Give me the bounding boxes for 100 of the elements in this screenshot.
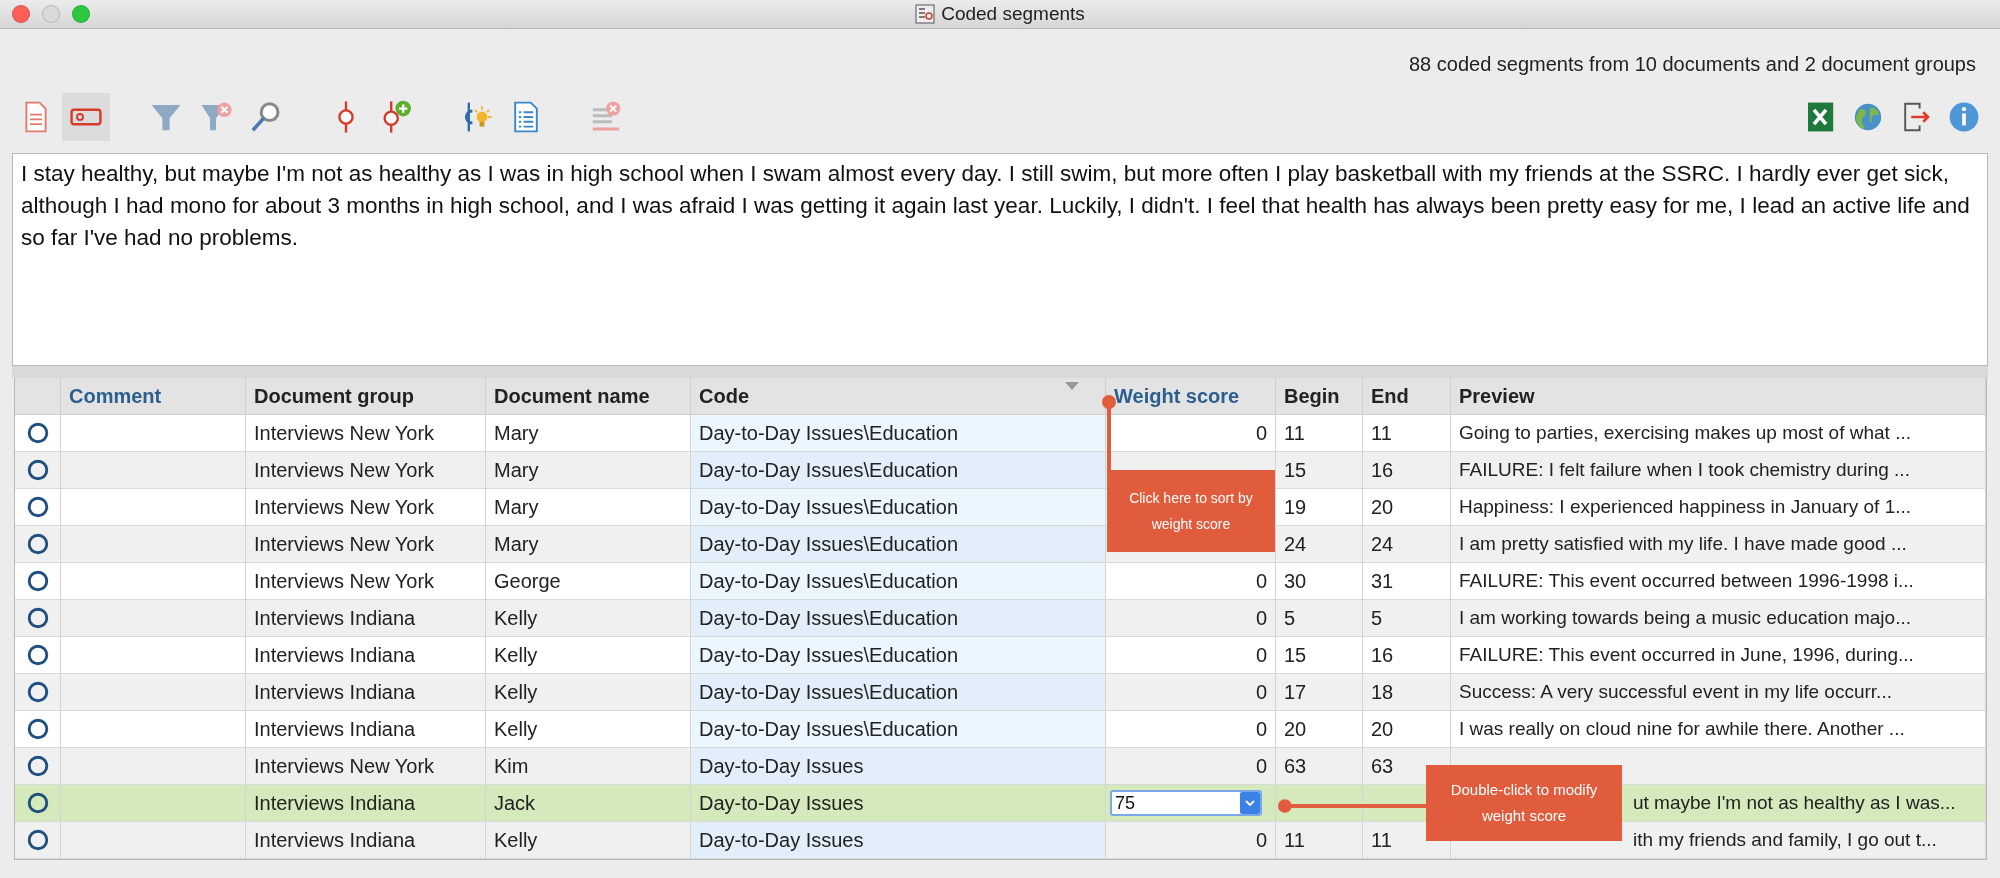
cell-value: 0 xyxy=(1255,828,1267,852)
status-circle-icon[interactable] xyxy=(26,422,49,444)
table-cell: Day-to-Day Issues xyxy=(699,828,864,852)
table-cell: Kelly xyxy=(494,828,538,852)
status-circle-icon[interactable] xyxy=(26,755,49,777)
table-cell: Kelly xyxy=(494,606,538,630)
status-circle-icon[interactable] xyxy=(26,533,49,555)
table-cell: Mary xyxy=(494,532,539,556)
table-cell: Interviews New York xyxy=(254,532,435,556)
table-cell: Day-to-Day Issues\Education xyxy=(699,421,958,445)
table-cell: Day-to-Day Issues xyxy=(699,754,864,778)
status-circle-icon[interactable] xyxy=(26,496,49,518)
cell-value: FAILURE: I felt failure when I took chemistry during ... xyxy=(1459,459,1910,481)
table-cell[interactable] xyxy=(15,674,61,711)
cell-value: 63 xyxy=(1284,754,1307,778)
table-cell[interactable] xyxy=(15,822,61,859)
table-cell: Interviews New York xyxy=(254,569,435,593)
column-header[interactable]: End xyxy=(1363,378,1451,415)
app-icon xyxy=(915,4,936,24)
table-cell: Day-to-Day Issues xyxy=(699,791,864,815)
table-cell[interactable] xyxy=(15,748,61,785)
cell-value: 16 xyxy=(1371,643,1394,667)
column-header[interactable]: Weight score xyxy=(1106,378,1276,415)
cell-value: 24 xyxy=(1284,532,1307,556)
status-circle-icon[interactable] xyxy=(26,829,49,851)
cell-value: 20 xyxy=(1371,717,1394,741)
table-cell: Interviews New York xyxy=(254,495,435,519)
cell-value: 11 xyxy=(1371,421,1392,445)
column-header[interactable]: Document group xyxy=(246,378,486,415)
status-circle-icon[interactable] xyxy=(26,607,49,629)
sort-caret-icon xyxy=(1065,382,1079,390)
cell-value: 11 xyxy=(1284,421,1305,445)
table-cell: Mary xyxy=(494,458,539,482)
cell-value: 20 xyxy=(1284,717,1307,741)
cell-value: I am working towards being a music education majo... xyxy=(1459,607,1911,629)
cell-value: 11 xyxy=(1371,828,1392,852)
column-header[interactable]: Code xyxy=(691,378,1106,415)
status-circle-icon[interactable] xyxy=(26,681,49,703)
table-cell: Interviews New York xyxy=(254,754,435,778)
cell-value: I was really on cloud nine for awhile there. Another ... xyxy=(1459,718,1905,740)
close-button[interactable] xyxy=(12,5,30,23)
table-cell[interactable] xyxy=(15,489,61,526)
dropdown-caret-icon[interactable] xyxy=(1240,792,1260,814)
table-cell[interactable] xyxy=(15,637,61,674)
table-cell: Kelly xyxy=(494,680,538,704)
table-cell[interactable] xyxy=(15,785,61,822)
table-cell[interactable] xyxy=(15,563,61,600)
toolbar-button[interactable] xyxy=(62,93,110,141)
table-cell[interactable] xyxy=(15,526,61,563)
cell-value: 19 xyxy=(1284,495,1307,519)
cell-value: 0 xyxy=(1255,754,1267,778)
table-cell: Kelly xyxy=(494,717,538,741)
table-cell: Day-to-Day Issues\Education xyxy=(699,680,958,704)
table-cell: Kim xyxy=(494,754,529,778)
weight-input-field[interactable]: 75 xyxy=(1110,790,1262,816)
cell-value: 0 xyxy=(1255,606,1267,630)
status-circle-icon[interactable] xyxy=(26,459,49,481)
table-cell[interactable] xyxy=(15,452,61,489)
status-circle-icon[interactable] xyxy=(26,570,49,592)
status-circle-icon[interactable] xyxy=(26,792,49,814)
header-cell xyxy=(15,378,61,415)
table-cell: Interviews Indiana xyxy=(254,606,416,630)
table-cell: Day-to-Day Issues\Education xyxy=(699,606,958,630)
table-cell[interactable] xyxy=(15,711,61,748)
cell-value: 15 xyxy=(1284,458,1307,482)
table-cell: Day-to-Day Issues\Education xyxy=(699,495,958,519)
table-cell: Day-to-Day Issues\Education xyxy=(699,717,958,741)
table-cell: Day-to-Day Issues\Education xyxy=(699,532,958,556)
table-cell[interactable] xyxy=(15,415,61,452)
table-cell: Day-to-Day Issues\Education xyxy=(699,643,958,667)
table-cell: Mary xyxy=(494,421,539,445)
table-cell: Interviews Indiana xyxy=(254,828,416,852)
column-header[interactable]: Document name xyxy=(486,378,691,415)
callout: Double-click to modify weight score xyxy=(1426,765,1622,841)
cell-value: 31 xyxy=(1371,569,1394,593)
status-circle-icon[interactable] xyxy=(26,718,49,740)
cell-value: 63 xyxy=(1371,754,1394,778)
cell-value: 5 xyxy=(1284,606,1296,630)
cell-value: 11 xyxy=(1284,828,1305,852)
column-header[interactable]: Begin xyxy=(1276,378,1363,415)
cell-value: 0 xyxy=(1255,569,1267,593)
cell-value: 16 xyxy=(1371,458,1394,482)
cell-value: 0 xyxy=(1255,680,1267,704)
table-cell: Interviews Indiana xyxy=(254,643,416,667)
window-title: Coded segments xyxy=(941,3,1085,25)
table-cell: Day-to-Day Issues\Education xyxy=(699,569,958,593)
cell-value: 18 xyxy=(1371,680,1394,704)
column-header[interactable]: Preview xyxy=(1451,378,1986,415)
table-cell[interactable] xyxy=(15,600,61,637)
summary-text: 88 coded segments from 10 documents and 2 document groups xyxy=(1409,52,1976,76)
cell-value: 30 xyxy=(1284,569,1307,593)
column-header[interactable]: Comment xyxy=(61,378,246,415)
status-circle-icon[interactable] xyxy=(26,644,49,666)
cell-value: FAILURE: This event occurred between 1996-1998 i... xyxy=(1459,570,1914,592)
cell-value: ith my friends and family, I go out t... xyxy=(1633,829,1937,851)
cell-value: 0 xyxy=(1255,717,1267,741)
cell-value: 17 xyxy=(1284,680,1307,704)
table-cell: Mary xyxy=(494,495,539,519)
table-cell: Interviews New York xyxy=(254,458,435,482)
table-cell: Interviews Indiana xyxy=(254,717,416,741)
